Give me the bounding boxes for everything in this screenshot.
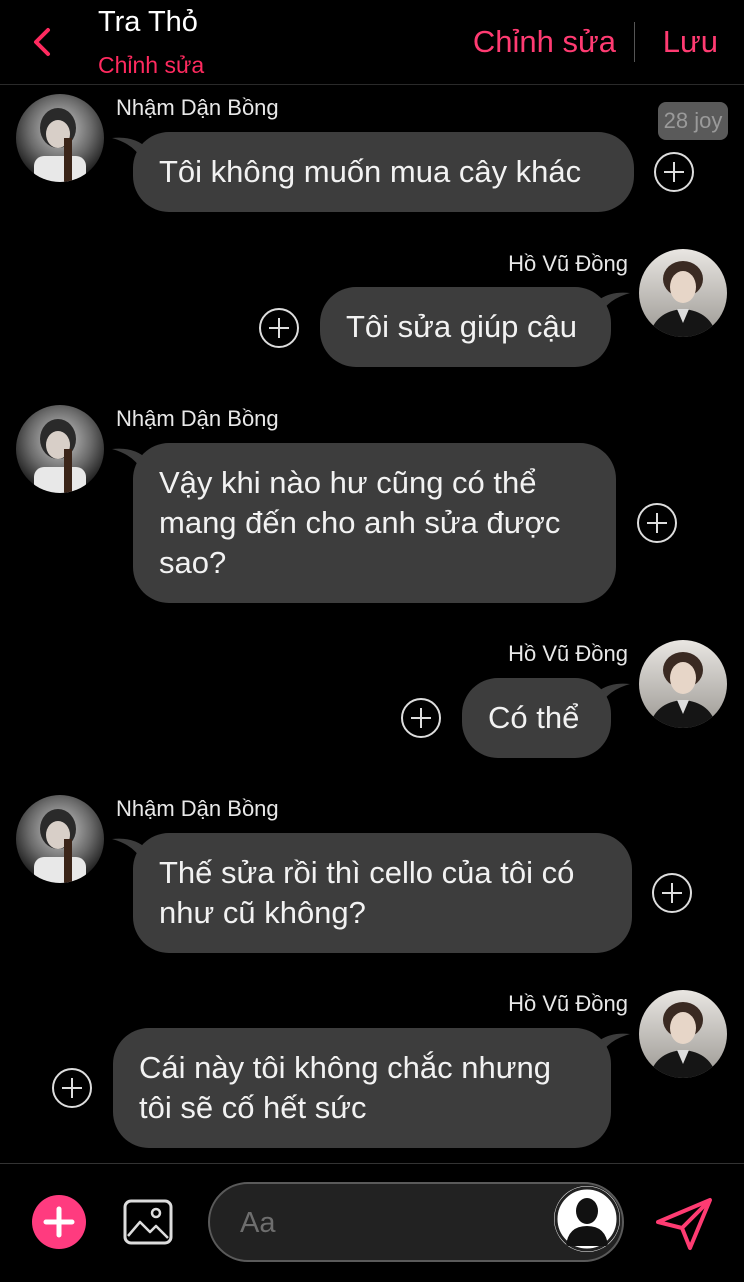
avatar-ho-vu-dong[interactable] <box>639 249 727 337</box>
message-bubble[interactable]: Thế sửa rồi thì cello của tôi có như cũ … <box>133 833 632 953</box>
save-button[interactable]: Lưu <box>663 24 718 60</box>
send-button[interactable] <box>654 1196 714 1252</box>
message-bubble[interactable]: Có thể <box>462 678 611 758</box>
avatar-ho-vu-dong[interactable] <box>639 990 727 1078</box>
edit-button[interactable]: Chỉnh sửa <box>473 24 616 60</box>
sender-name: Nhậm Dận Bồng <box>116 406 279 431</box>
image-button[interactable] <box>122 1196 174 1248</box>
sender-name: Hồ Vũ Đồng <box>508 991 628 1016</box>
add-reaction-icon[interactable] <box>651 872 693 914</box>
back-button[interactable] <box>28 22 58 62</box>
message-bubble[interactable]: Vậy khi nào hư cũng có thể mang đến cho … <box>133 443 616 603</box>
avatar-nham-dan-bong[interactable] <box>16 405 104 493</box>
chat-title: Tra Thỏ <box>98 6 198 38</box>
avatar-nham-dan-bong[interactable] <box>16 94 104 182</box>
message-bubble[interactable]: Cái này tôi không chắc nhưng tôi sẽ cố h… <box>113 1028 611 1148</box>
user-silhouette-icon <box>554 1186 620 1252</box>
sender-name: Nhậm Dận Bồng <box>116 95 279 120</box>
chat-header: Tra Thỏ Chỉnh sửa Chỉnh sửa Lưu <box>0 0 744 85</box>
image-icon <box>123 1199 173 1245</box>
add-reaction-icon[interactable] <box>636 502 678 544</box>
sender-name: Hồ Vũ Đồng <box>508 251 628 276</box>
message-bubble[interactable]: Tôi sửa giúp cậu <box>320 287 611 367</box>
message-bubble[interactable]: Tôi không muốn mua cây khác <box>133 132 634 212</box>
sender-name: Nhậm Dận Bồng <box>116 796 279 821</box>
add-reaction-icon[interactable] <box>51 1067 93 1109</box>
chevron-left-icon <box>34 28 50 56</box>
message-input[interactable] <box>238 1198 542 1248</box>
header-divider <box>634 22 635 62</box>
plus-icon <box>43 1206 75 1238</box>
chat-subtitle[interactable]: Chỉnh sửa <box>98 52 204 79</box>
add-reaction-icon[interactable] <box>400 697 442 739</box>
send-icon <box>656 1198 712 1250</box>
add-button[interactable] <box>32 1195 86 1249</box>
avatar-ho-vu-dong[interactable] <box>639 640 727 728</box>
status-badge: 28 joy <box>658 102 728 140</box>
persona-avatar-button[interactable] <box>554 1186 620 1252</box>
add-reaction-icon[interactable] <box>653 151 695 193</box>
add-reaction-icon[interactable] <box>258 307 300 349</box>
avatar-nham-dan-bong[interactable] <box>16 795 104 883</box>
sender-name: Hồ Vũ Đồng <box>508 641 628 666</box>
